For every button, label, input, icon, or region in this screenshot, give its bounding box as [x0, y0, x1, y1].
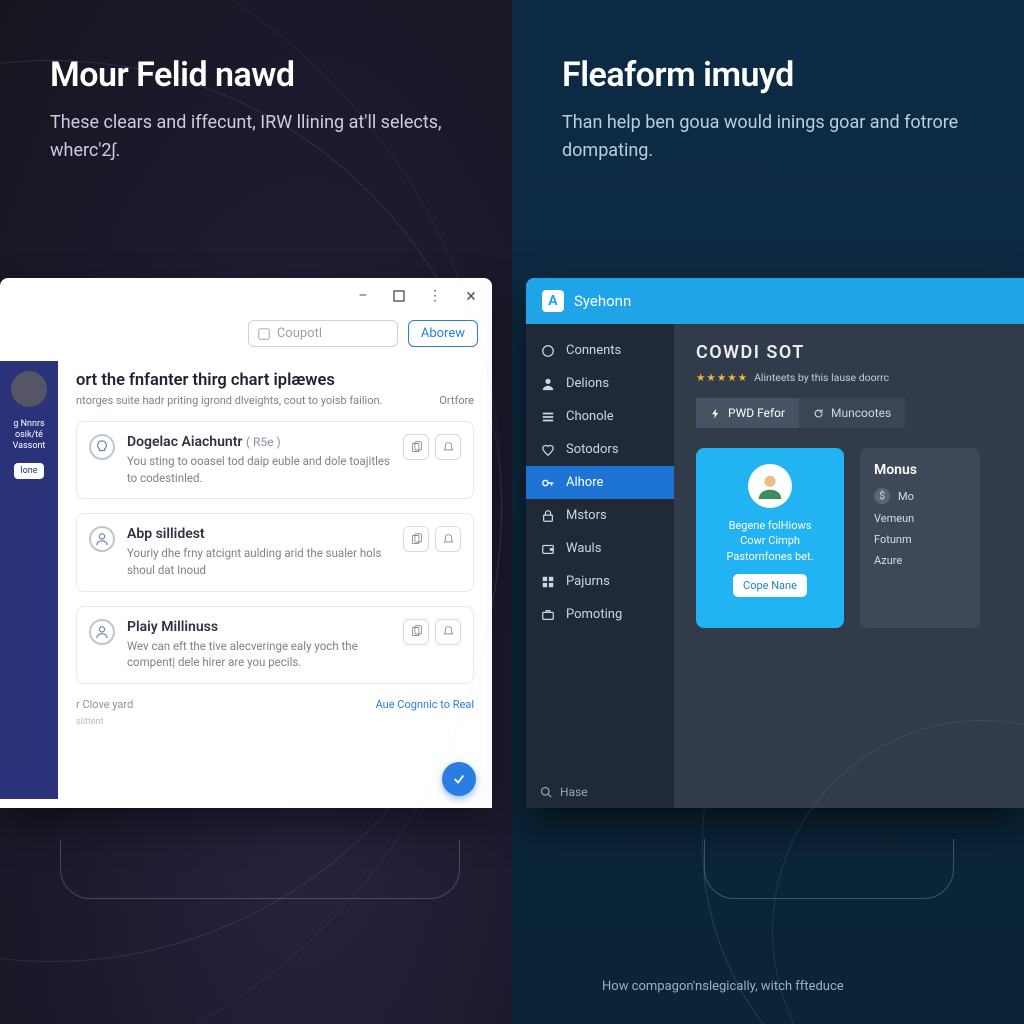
promo-text: Begene folHiows Cowr Cimph Pastornfones … — [726, 518, 813, 564]
sidebar-item-label: Pomoting — [566, 607, 622, 622]
right-app-window: A Syehonn Connents Delions Chonole Sotodors… — [526, 278, 1024, 808]
mini-label: g Nnnrs osik/té Vassont — [13, 419, 46, 451]
footer-left: r Clove yard — [76, 698, 133, 711]
key-icon — [540, 476, 556, 490]
brand-logo-icon[interactable]: A — [542, 290, 564, 312]
cash-icon: $ — [874, 488, 890, 504]
info-card: Monus $Mo Vemeun Fotunm Azure — [860, 448, 980, 628]
copy-icon[interactable] — [403, 434, 429, 460]
item-title: Dogelac Aiachuntr ( R5e ) — [127, 434, 391, 450]
sidebar-search-label: Нase — [560, 785, 588, 799]
panel-tabs: PWD Fefor Muncootes — [696, 398, 1024, 428]
heart-icon — [540, 443, 556, 457]
sidebar-item-label: Alhore — [566, 475, 603, 490]
sidebar-item-label: Sotodors — [566, 442, 619, 457]
left-sub: These clears and iffecunt, IRW llining a… — [50, 109, 470, 165]
tab-pwd-fefor[interactable]: PWD Fefor — [696, 398, 799, 428]
search-placeholder: Coupotl — [277, 326, 322, 341]
sidebar-item-delions[interactable]: Delions — [526, 367, 674, 400]
list-icon — [540, 410, 556, 424]
minimize-icon[interactable]: – — [354, 287, 372, 305]
sidebar-item-pajurns[interactable]: Pajurns — [526, 565, 674, 598]
section-title: ort the fnfanter thirg chart iplæwes — [76, 371, 474, 390]
grid-icon — [540, 575, 556, 589]
section-subtitle: ntorges suite hadr priting igrond dlveig… — [76, 394, 474, 407]
left-mini-sidebar: g Nnnrs osik/té Vassont lone — [0, 361, 58, 799]
home-icon — [540, 344, 556, 358]
window-titlebar: – ⋮ × — [0, 278, 492, 314]
lock-icon — [540, 509, 556, 523]
reload-icon — [813, 408, 825, 419]
tab-muncootes[interactable]: Muncootes — [799, 398, 905, 428]
tab-label: PWD Fefor — [728, 406, 785, 420]
app-topbar: A Syehonn — [526, 278, 1024, 324]
sidebar-item-label: Connents — [566, 343, 621, 358]
copy-icon[interactable] — [403, 526, 429, 552]
close-icon[interactable]: × — [462, 287, 480, 305]
person-icon — [89, 619, 115, 645]
device-base — [704, 839, 954, 899]
avatar[interactable] — [11, 371, 47, 407]
bell-icon[interactable] — [435, 619, 461, 645]
item-title: Plaiy Millinuss — [127, 619, 391, 635]
wallet-icon — [540, 542, 556, 556]
list-item[interactable]: Plaiy Millinuss Wev can eft the tive alec… — [76, 606, 474, 684]
rating-text: Alinteets by this lause doorrc — [754, 371, 889, 384]
sidebar-item-wauls[interactable]: Wauls — [526, 532, 674, 565]
right-caption: How compagon'nslegically, witch ffteduce — [602, 979, 844, 994]
bell-icon[interactable] — [435, 434, 461, 460]
briefcase-icon — [540, 608, 556, 622]
bolt-icon — [710, 408, 722, 419]
item-desc: Wev can eft the tive alecveringe ealy yo… — [127, 638, 391, 671]
app-sidebar: Connents Delions Chonole Sotodors Alhore Msto… — [526, 324, 674, 808]
right-headline: Fleaform imuyd — [562, 55, 994, 95]
sidebar-item-label: Mstors — [566, 508, 607, 523]
info-card-title: Monus — [874, 462, 917, 478]
item-title: Abp sillidest — [127, 526, 391, 542]
sidebar-item-label: Pajurns — [566, 574, 610, 589]
brand-name: Syehonn — [574, 292, 631, 310]
tab-label: Muncootes — [831, 406, 891, 420]
item-desc: You sting to ooasel tod daip euble and d… — [127, 453, 391, 486]
left-app-window: – ⋮ × Coupotl Aborew g Nnnrs osik/té Vas… — [0, 278, 492, 808]
item-desc: Youriy dhe frny atcignt aulding arid the… — [127, 545, 391, 578]
more-icon[interactable]: ⋮ — [426, 287, 444, 305]
promo-avatar-icon — [748, 464, 792, 508]
promo-card[interactable]: Begene folHiows Cowr Cimph Pastornfones … — [696, 448, 844, 628]
left-headline: Mour Felid nawd — [50, 55, 482, 95]
sidebar-item-label: Delions — [566, 376, 609, 391]
sidebar-item-label: Wauls — [566, 541, 601, 556]
search-icon — [540, 786, 552, 798]
footer-link[interactable]: Aue Cognnic to Real — [376, 698, 474, 711]
sidebar-item-chonole[interactable]: Chonole — [526, 400, 674, 433]
mini-side-button[interactable]: lone — [14, 463, 43, 479]
copy-icon[interactable] — [403, 619, 429, 645]
list-item[interactable]: Dogelac Aiachuntr ( R5e ) You sting to oo… — [76, 421, 474, 499]
device-base — [60, 839, 460, 899]
sidebar-item-connents[interactable]: Connents — [526, 334, 674, 367]
footer-small: slittent — [76, 717, 474, 727]
person-icon — [89, 526, 115, 552]
sidebar-item-sotodors[interactable]: Sotodors — [526, 433, 674, 466]
right-sub: Than help ben goua would inings goar and… — [562, 109, 982, 165]
bell-icon[interactable] — [435, 526, 461, 552]
sidebar-item-label: Chonole — [566, 409, 614, 424]
promo-button[interactable]: Cope Nane — [733, 574, 807, 597]
primary-action-button[interactable]: Aborew — [408, 320, 478, 347]
sidebar-item-alhore[interactable]: Alhore — [526, 466, 674, 499]
rating-row: ★★★★★ Alinteets by this lause doorrc — [696, 371, 1024, 384]
sidebar-search[interactable]: Нase — [526, 776, 674, 808]
maximize-icon[interactable] — [390, 287, 408, 305]
person-icon — [540, 377, 556, 391]
lightbulb-icon — [89, 434, 115, 460]
star-icon: ★★★★★ — [696, 371, 748, 384]
panel-title: COWDI SOT — [696, 342, 1024, 363]
section-right-link[interactable]: Ortfore — [439, 394, 474, 407]
list-item[interactable]: Abp sillidest Youriy dhe frny atcignt aul… — [76, 513, 474, 591]
sidebar-item-mstors[interactable]: Mstors — [526, 499, 674, 532]
fab-button[interactable] — [442, 762, 476, 796]
search-input[interactable]: Coupotl — [248, 320, 398, 347]
sidebar-item-pomoting[interactable]: Pomoting — [526, 598, 674, 631]
